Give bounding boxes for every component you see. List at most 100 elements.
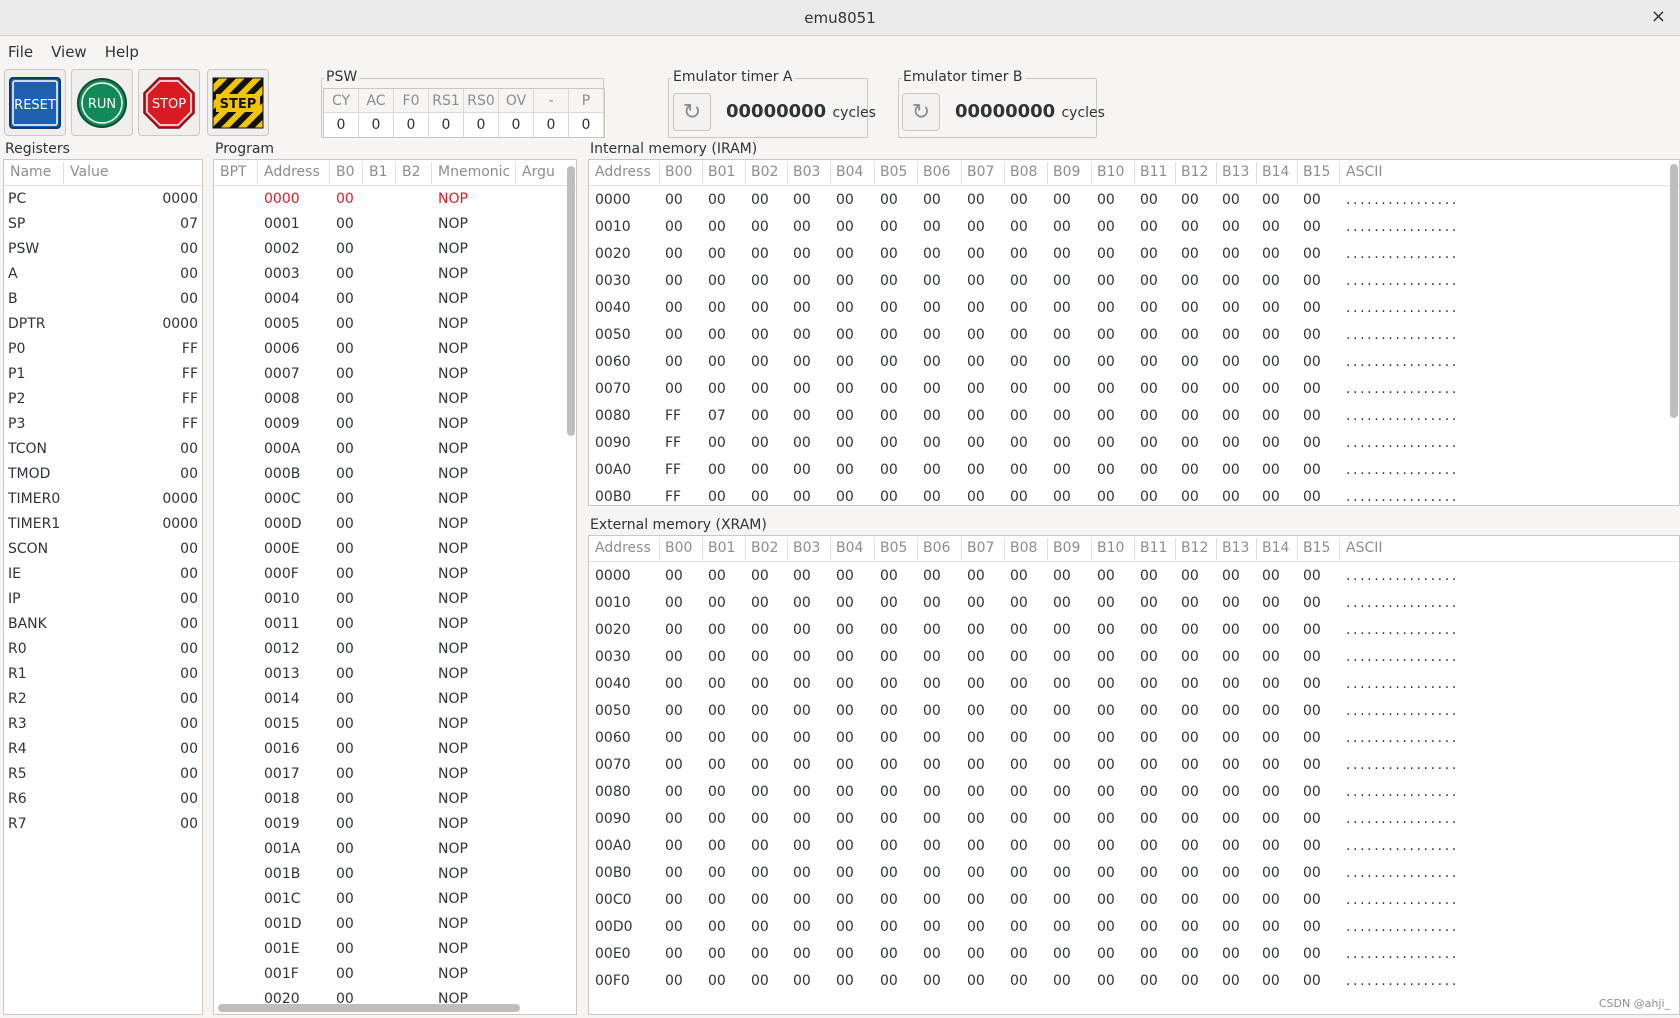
memory-byte[interactable]: 00 [1222, 408, 1240, 424]
memory-byte[interactable]: 00 [1181, 246, 1199, 262]
column-header-b07[interactable]: B07 [967, 164, 994, 180]
column-header-b15[interactable]: B15 [1303, 540, 1330, 556]
memory-byte[interactable]: FF [665, 462, 681, 478]
memory-byte[interactable]: 00 [1222, 354, 1240, 370]
program-row[interactable]: 0013 00 NOP [214, 662, 576, 687]
memory-byte[interactable]: 00 [1181, 408, 1199, 424]
memory-row[interactable]: 0030 00 00 00 00 00 00 00 00 00 00 00 00 00 00 00 00....… [589, 645, 1679, 672]
memory-row[interactable]: 00A0 FF 00 00 00 00 00 00 00 00 00 00 00 00 00 00 00....… [589, 458, 1679, 485]
memory-byte[interactable]: 00 [1262, 757, 1280, 773]
memory-byte[interactable]: 00 [1303, 919, 1321, 935]
register-row[interactable]: TIMER1 0000 [4, 512, 202, 537]
memory-byte[interactable]: 00 [751, 973, 769, 989]
register-value[interactable]: 00 [180, 541, 198, 557]
memory-byte[interactable]: 00 [923, 946, 941, 962]
column-header-b1[interactable]: B1 [369, 164, 388, 180]
memory-row[interactable]: 0040 00 00 00 00 00 00 00 00 00 00 00 00 00 00 00 00....… [589, 672, 1679, 699]
memory-byte[interactable]: 00 [1010, 246, 1028, 262]
memory-byte[interactable]: 00 [793, 381, 811, 397]
memory-byte[interactable]: 00 [923, 300, 941, 316]
memory-byte[interactable]: 00 [967, 892, 985, 908]
program-row[interactable]: 001F 00 NOP [214, 962, 576, 987]
memory-byte[interactable]: 00 [1010, 381, 1028, 397]
column-header-b08[interactable]: B08 [1010, 164, 1037, 180]
memory-byte[interactable]: 00 [665, 784, 683, 800]
memory-byte[interactable]: 00 [708, 354, 726, 370]
memory-row[interactable]: 0070 00 00 00 00 00 00 00 00 00 00 00 00 00 00 00 00....… [589, 753, 1679, 780]
memory-byte[interactable]: 00 [1140, 435, 1158, 451]
memory-byte[interactable]: 00 [665, 381, 683, 397]
memory-row[interactable]: 00B0 00 00 00 00 00 00 00 00 00 00 00 00 00 00 00 00....… [589, 861, 1679, 888]
memory-byte[interactable]: 00 [708, 273, 726, 289]
memory-byte[interactable]: 00 [1010, 273, 1028, 289]
memory-byte[interactable]: 00 [1140, 730, 1158, 746]
memory-byte[interactable]: 00 [1097, 757, 1115, 773]
column-header-b04[interactable]: B04 [836, 540, 863, 556]
memory-byte[interactable]: 00 [793, 865, 811, 881]
column-header-b13[interactable]: B13 [1222, 164, 1249, 180]
memory-row[interactable]: 0090 00 00 00 00 00 00 00 00 00 00 00 00 00 00 00 00....… [589, 807, 1679, 834]
column-header-b07[interactable]: B07 [967, 540, 994, 556]
memory-byte[interactable]: 00 [1010, 622, 1028, 638]
memory-byte[interactable]: 00 [967, 811, 985, 827]
memory-byte[interactable]: 00 [923, 489, 941, 505]
memory-byte[interactable]: 00 [751, 462, 769, 478]
memory-byte[interactable]: 00 [1097, 327, 1115, 343]
memory-byte[interactable]: 00 [1053, 649, 1071, 665]
memory-byte[interactable]: 00 [751, 811, 769, 827]
column-header-ascii[interactable]: ASCII [1346, 540, 1383, 556]
timer-a-reset-button[interactable]: ↻ [673, 93, 711, 131]
memory-byte[interactable]: 00 [793, 622, 811, 638]
memory-byte[interactable]: 00 [1010, 595, 1028, 611]
memory-byte[interactable]: 00 [665, 919, 683, 935]
memory-byte[interactable]: 00 [1222, 946, 1240, 962]
memory-byte[interactable]: 00 [751, 568, 769, 584]
psw-bit-value[interactable]: 0 [394, 113, 429, 137]
memory-byte[interactable]: 00 [880, 462, 898, 478]
memory-byte[interactable]: 00 [967, 300, 985, 316]
memory-byte[interactable]: 00 [880, 192, 898, 208]
memory-byte[interactable]: 00 [967, 381, 985, 397]
memory-byte[interactable]: 00 [836, 435, 854, 451]
register-value[interactable]: 0000 [162, 516, 198, 532]
register-value[interactable]: 00 [180, 441, 198, 457]
memory-byte[interactable]: 00 [1010, 784, 1028, 800]
register-value[interactable]: 00 [180, 266, 198, 282]
memory-byte[interactable]: 00 [1303, 676, 1321, 692]
memory-byte[interactable]: 00 [751, 435, 769, 451]
memory-byte[interactable]: 00 [880, 757, 898, 773]
memory-byte[interactable]: 00 [793, 784, 811, 800]
memory-byte[interactable]: 00 [708, 865, 726, 881]
program-row[interactable]: 000F 00 NOP [214, 562, 576, 587]
memory-byte[interactable]: 00 [1140, 865, 1158, 881]
memory-byte[interactable]: 00 [751, 327, 769, 343]
memory-byte[interactable]: 00 [1140, 462, 1158, 478]
memory-byte[interactable]: 00 [1262, 892, 1280, 908]
memory-byte[interactable]: 00 [836, 273, 854, 289]
memory-byte[interactable]: 00 [1181, 568, 1199, 584]
program-horizontal-scrollbar[interactable] [218, 1004, 520, 1012]
memory-byte[interactable]: 00 [1140, 838, 1158, 854]
program-row[interactable]: 0002 00 NOP [214, 237, 576, 262]
memory-byte[interactable]: 00 [1262, 595, 1280, 611]
memory-byte[interactable]: 00 [1262, 811, 1280, 827]
memory-byte[interactable]: 00 [1010, 730, 1028, 746]
memory-byte[interactable]: 00 [923, 435, 941, 451]
register-value[interactable]: 00 [180, 666, 198, 682]
register-value[interactable]: 00 [180, 741, 198, 757]
column-header-b10[interactable]: B10 [1097, 540, 1124, 556]
program-row[interactable]: 0005 00 NOP [214, 312, 576, 337]
memory-byte[interactable]: 00 [836, 757, 854, 773]
psw-bit-value[interactable]: 0 [359, 113, 394, 137]
memory-byte[interactable]: 00 [751, 622, 769, 638]
memory-byte[interactable]: 00 [836, 381, 854, 397]
psw-bit-value[interactable]: 0 [464, 113, 499, 137]
memory-byte[interactable]: 00 [665, 973, 683, 989]
memory-byte[interactable]: 00 [1262, 435, 1280, 451]
memory-byte[interactable]: 00 [1262, 622, 1280, 638]
memory-byte[interactable]: 00 [923, 327, 941, 343]
memory-byte[interactable]: 00 [923, 595, 941, 611]
register-row[interactable]: A 00 [4, 262, 202, 287]
memory-row[interactable]: 0050 00 00 00 00 00 00 00 00 00 00 00 00 00 00 00 00....… [589, 323, 1679, 350]
memory-byte[interactable]: 00 [793, 649, 811, 665]
